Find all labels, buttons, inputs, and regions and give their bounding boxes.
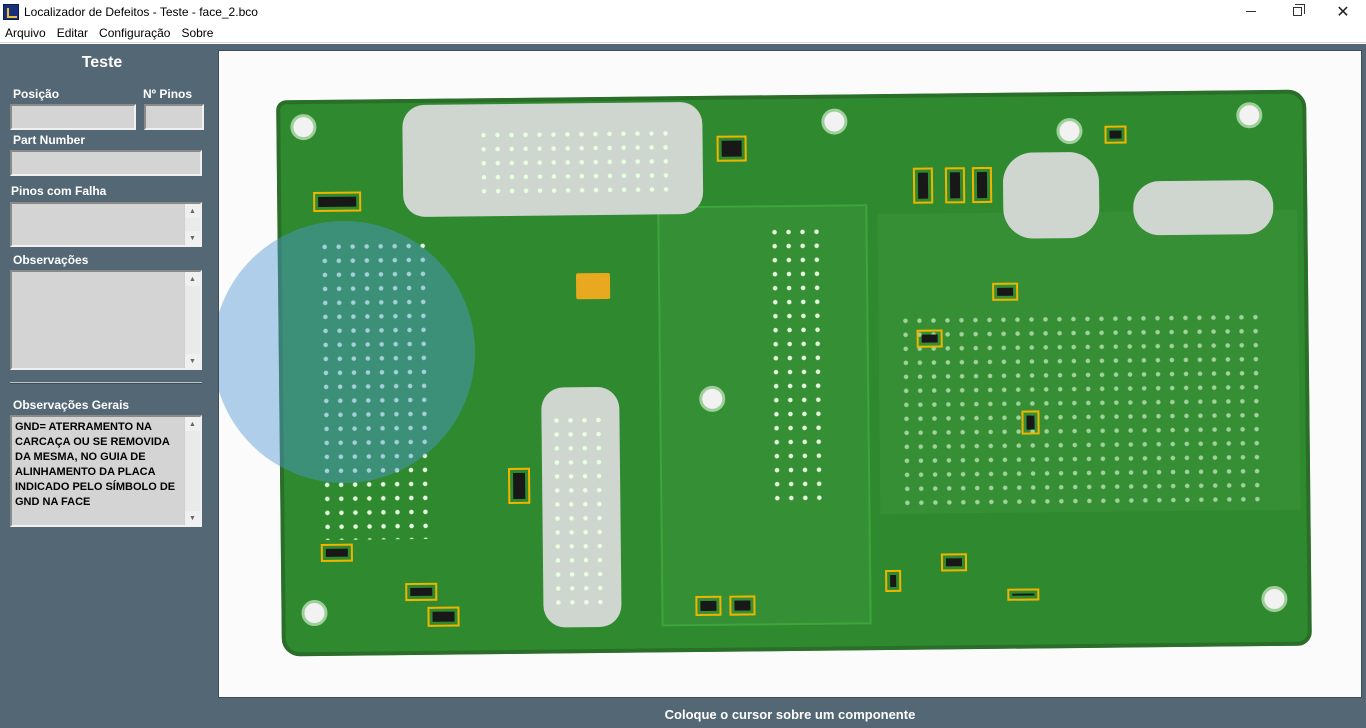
component-marker[interactable] bbox=[912, 167, 934, 204]
mount-hole bbox=[301, 599, 328, 627]
component-marker[interactable] bbox=[992, 282, 1019, 301]
mount-hole bbox=[821, 108, 848, 135]
npinos-field[interactable] bbox=[144, 104, 204, 130]
component-marker[interactable] bbox=[427, 606, 460, 627]
scroll-up-icon[interactable]: ▲ bbox=[185, 272, 200, 286]
menu-editar[interactable]: Editar bbox=[52, 26, 94, 40]
mount-hole bbox=[290, 113, 317, 141]
scroll-down-icon[interactable]: ▼ bbox=[185, 511, 200, 525]
scroll-down-icon[interactable]: ▼ bbox=[185, 354, 200, 368]
pcb-region bbox=[657, 204, 872, 627]
status-text: Coloque o cursor sobre um componente bbox=[664, 706, 916, 722]
part-number-field[interactable] bbox=[10, 150, 202, 176]
component-marker[interactable] bbox=[1021, 410, 1040, 435]
posicao-label: Posição bbox=[13, 87, 60, 101]
obs-gerais-scrollbar[interactable]: ▲ ▼ bbox=[184, 417, 200, 525]
pinos-falha-label: Pinos com Falha bbox=[11, 184, 107, 198]
component-marker[interactable] bbox=[729, 595, 756, 616]
app-icon bbox=[3, 3, 19, 20]
npinos-label: Nº Pinos bbox=[143, 87, 193, 101]
status-bar: Coloque o cursor sobre um componente bbox=[214, 700, 1366, 728]
component-marker[interactable] bbox=[716, 135, 747, 162]
connector-pins bbox=[476, 126, 678, 199]
scroll-down-icon[interactable]: ▼ bbox=[185, 231, 200, 245]
scroll-up-icon[interactable]: ▲ bbox=[185, 204, 200, 218]
restore-icon bbox=[1292, 4, 1305, 16]
restore-button[interactable] bbox=[1274, 0, 1320, 23]
mount-hole bbox=[1261, 585, 1288, 613]
obs-gerais-text: GND= ATERRAMENTO NA CARCAÇA OU SE REMOVI… bbox=[15, 421, 176, 508]
minimize-button[interactable] bbox=[1228, 0, 1274, 23]
pinos-falha-scrollbar[interactable]: ▲ ▼ bbox=[184, 204, 200, 245]
obs-gerais-label: Observações Gerais bbox=[13, 398, 130, 412]
component-marker[interactable] bbox=[971, 166, 993, 204]
mount-hole bbox=[699, 385, 726, 412]
mount-hole bbox=[1236, 102, 1263, 129]
component-marker[interactable] bbox=[944, 167, 966, 204]
component-marker[interactable] bbox=[313, 191, 362, 213]
board-view bbox=[214, 44, 1366, 700]
connector-paste bbox=[1133, 179, 1274, 236]
close-button[interactable]: ✕ bbox=[1320, 0, 1366, 23]
component-marker[interactable] bbox=[940, 553, 968, 572]
panel-separator bbox=[10, 382, 202, 384]
menu-configuracao[interactable]: Configuração bbox=[94, 26, 176, 40]
component-marker[interactable] bbox=[916, 329, 943, 348]
pin-row bbox=[767, 224, 831, 506]
scroll-up-icon[interactable]: ▲ bbox=[185, 417, 200, 431]
component-marker[interactable] bbox=[507, 467, 531, 504]
bga-paste bbox=[1002, 151, 1100, 239]
component-marker[interactable] bbox=[1104, 125, 1127, 144]
menu-sobre[interactable]: Sobre bbox=[176, 26, 219, 40]
observacoes-field[interactable]: ▲ ▼ bbox=[10, 270, 202, 370]
component-marker[interactable] bbox=[320, 543, 353, 562]
observacoes-scrollbar[interactable]: ▲ ▼ bbox=[184, 272, 200, 368]
component-marker[interactable] bbox=[885, 569, 902, 593]
menu-bar: Arquivo Editar Configuração Sobre bbox=[0, 23, 1366, 43]
menu-arquivo[interactable]: Arquivo bbox=[0, 26, 52, 40]
tantalum-capacitor bbox=[575, 272, 611, 300]
board-image-frame[interactable] bbox=[218, 50, 1362, 698]
close-icon: ✕ bbox=[1336, 3, 1350, 21]
posicao-field[interactable] bbox=[10, 104, 136, 130]
obs-gerais-field[interactable]: GND= ATERRAMENTO NA CARCAÇA OU SE REMOVI… bbox=[10, 415, 202, 527]
component-marker[interactable] bbox=[1007, 588, 1040, 601]
window-title: Localizador de Defeitos - Teste - face_2… bbox=[24, 4, 258, 19]
info-panel: Teste Posição Nº Pinos Part Number Pinos… bbox=[0, 44, 214, 728]
via-field bbox=[898, 310, 1261, 514]
connector-pins bbox=[549, 412, 612, 614]
component-marker[interactable] bbox=[405, 582, 438, 602]
pinos-falha-field[interactable]: ▲ ▼ bbox=[10, 202, 202, 247]
title-bar: Localizador de Defeitos - Teste - face_2… bbox=[0, 0, 1366, 23]
minimize-icon bbox=[1246, 11, 1256, 12]
panel-title: Teste bbox=[81, 54, 123, 71]
observacoes-label: Observações bbox=[13, 253, 89, 267]
mount-hole bbox=[1056, 117, 1083, 145]
component-marker[interactable] bbox=[695, 595, 722, 617]
watermark-logo-icon bbox=[219, 221, 475, 483]
part-number-label: Part Number bbox=[13, 133, 86, 147]
